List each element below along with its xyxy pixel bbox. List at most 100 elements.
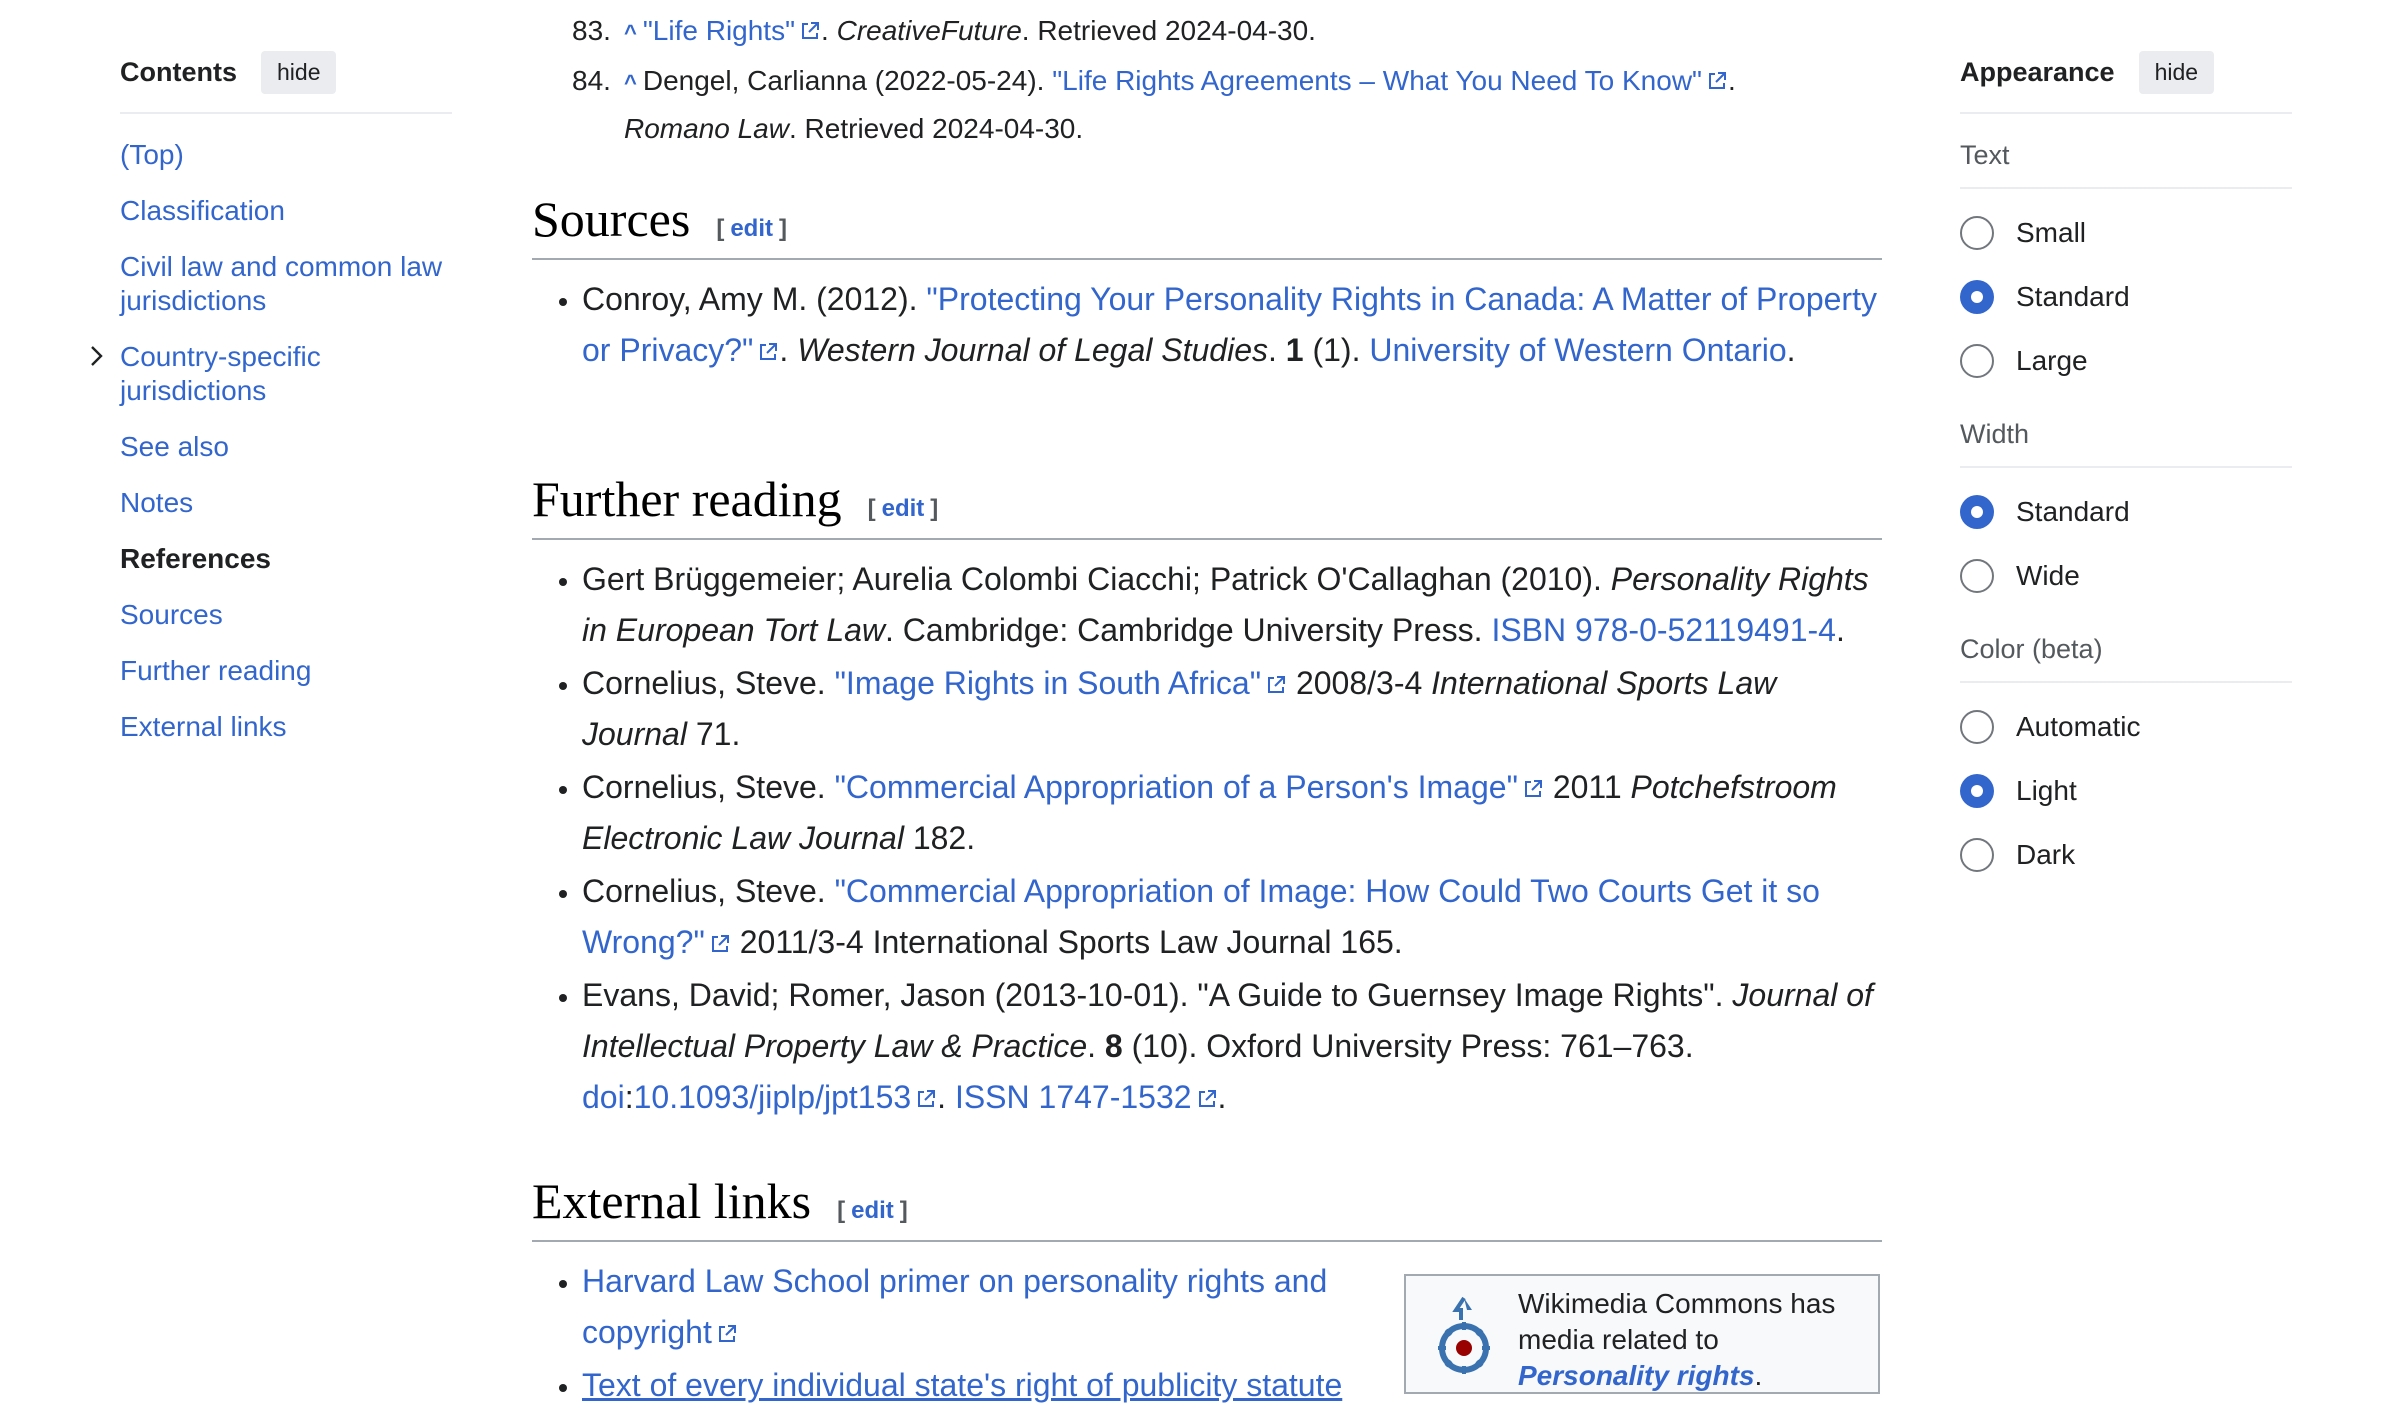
chevron-right-icon[interactable]	[86, 342, 108, 370]
text-size-label: Text	[1960, 140, 2292, 189]
publisher-link[interactable]: University of Western Ontario	[1369, 332, 1786, 368]
width-label: Width	[1960, 419, 2292, 468]
edit-section-link: [edit]	[867, 495, 939, 522]
backlink-caret[interactable]: ^	[624, 20, 637, 45]
wikimedia-commons-icon[interactable]	[1430, 1294, 1498, 1380]
toc-item-references[interactable]: References	[120, 542, 452, 576]
punctuation: :	[624, 1079, 634, 1115]
list-item: Gert Brüggemeier; Aurelia Colombi Ciacch…	[582, 554, 1882, 656]
toc-item-top[interactable]: (Top)	[120, 138, 452, 172]
citation-details: (10). Oxford University Press: 761–763.	[1122, 1028, 1694, 1064]
toc-hide-button[interactable]: hide	[261, 50, 337, 94]
citation-author: Conroy, Amy M. (2012).	[582, 281, 927, 317]
reference-item: 83. ^ "Life Rights". CreativeFuture. Retr…	[532, 8, 1882, 56]
appearance-title: Appearance	[1960, 56, 2115, 87]
radio-label: Automatic	[2016, 711, 2141, 742]
color-automatic[interactable]: Automatic	[1960, 695, 2292, 759]
list-item: Evans, David; Romer, Jason (2013-10-01).…	[582, 970, 1882, 1123]
toc-item-country-specific[interactable]: Country-specific jurisdictions	[91, 340, 452, 408]
toc-item-label[interactable]: Country-specific jurisdictions	[120, 341, 321, 406]
toc-item-sources[interactable]: Sources	[120, 598, 452, 632]
toc-item-further-reading[interactable]: Further reading	[120, 654, 452, 688]
reference-link[interactable]: "Life Rights"	[643, 15, 795, 46]
backlink-caret[interactable]: ^	[624, 70, 637, 95]
reference-retrieved: . Retrieved 2024-04-30.	[788, 113, 1084, 144]
external-link[interactable]: Harvard Law School primer on personality…	[582, 1263, 1327, 1350]
citation-authors: Gert Brüggemeier; Aurelia Colombi Ciacch…	[582, 561, 1611, 597]
text-size-large[interactable]: Large	[1960, 329, 2292, 393]
width-standard[interactable]: Standard	[1960, 480, 2292, 544]
radio-button-checked[interactable]	[1960, 774, 1994, 808]
citation-details: 2011/3-4 International Sports Law Journa…	[730, 924, 1403, 960]
external-link-icon	[709, 919, 731, 952]
external-link-icon	[915, 1074, 937, 1107]
doi-link[interactable]: 10.1093/jiplp/jpt153	[634, 1079, 912, 1115]
citation-year: 2008/3-4	[1287, 665, 1432, 701]
appearance-hide-button[interactable]: hide	[2138, 50, 2215, 94]
list-item: Harvard Law School primer on personality…	[582, 1256, 1392, 1358]
toc-item-civil-law[interactable]: Civil law and common law jurisdictions	[120, 250, 452, 318]
radio-label: Small	[2016, 217, 2087, 248]
appearance-panel: Appearance hide Text Small Standard Larg…	[1960, 46, 2292, 887]
external-links-list: Harvard Law School primer on personality…	[532, 1256, 1392, 1411]
sources-heading: Sources [edit]	[532, 190, 1882, 260]
citation-year: 2011	[1543, 769, 1631, 805]
edit-link[interactable]: edit	[882, 495, 925, 522]
radio-button-checked[interactable]	[1960, 280, 1994, 314]
external-link-icon	[1706, 60, 1728, 89]
isbn-link[interactable]: ISBN 978-0-52119491-4	[1491, 612, 1836, 648]
radio-button[interactable]	[1960, 344, 1994, 378]
citation-publisher: . Cambridge: Cambridge University Press.	[885, 612, 1492, 648]
reference-link[interactable]: "Life Rights Agreements – What You Need …	[1052, 65, 1702, 96]
radio-label: Light	[2016, 775, 2077, 806]
citation-link[interactable]: "Image Rights in South Africa"	[835, 665, 1261, 701]
toc-item-external-links[interactable]: External links	[120, 710, 452, 744]
commons-box: Wikimedia Commons has media related to P…	[1404, 1274, 1880, 1394]
reference-author: Dengel, Carlianna (2022-05-24).	[642, 65, 1053, 96]
toc-header: Contents hide	[120, 46, 452, 114]
color-options: Automatic Light Dark	[1960, 695, 2292, 887]
list-item: Cornelius, Steve. "Image Rights in South…	[582, 658, 1882, 760]
edit-link[interactable]: edit	[851, 1197, 894, 1224]
doi-label-link[interactable]: doi	[582, 1079, 625, 1115]
radio-label: Standard	[2016, 496, 2130, 527]
further-reading-heading: Further reading [edit]	[532, 470, 1882, 540]
appearance-header: Appearance hide	[1960, 46, 2292, 114]
text-size-small[interactable]: Small	[1960, 201, 2292, 265]
reference-item: 84. ^ Dengel, Carlianna (2022-05-24). "Li…	[532, 58, 1882, 152]
commons-text: Wikimedia Commons has media related to P…	[1518, 1286, 1878, 1394]
citation-page: 71.	[686, 716, 741, 752]
external-link-icon	[799, 10, 821, 39]
reference-number: 83.	[572, 15, 611, 46]
radio-button-checked[interactable]	[1960, 495, 1994, 529]
section-title: Further reading	[532, 471, 842, 527]
commons-link[interactable]: Personality rights	[1518, 1360, 1755, 1391]
citation-author: Cornelius, Steve.	[582, 873, 835, 909]
sources-section: Sources [edit] Conroy, Amy M. (2012). "P…	[532, 190, 1882, 378]
list-item: Cornelius, Steve. "Commercial Appropriat…	[582, 866, 1882, 968]
toc-item-see-also[interactable]: See also	[120, 430, 452, 464]
edit-link[interactable]: edit	[730, 215, 773, 242]
punctuation: .	[1835, 612, 1845, 648]
citation-link[interactable]: "Commercial Appropriation of a Person's …	[835, 769, 1518, 805]
radio-button[interactable]	[1960, 710, 1994, 744]
text-size-standard[interactable]: Standard	[1960, 265, 2292, 329]
color-dark[interactable]: Dark	[1960, 823, 2292, 887]
color-light[interactable]: Light	[1960, 759, 2292, 823]
toc-item-classification[interactable]: Classification	[120, 194, 452, 228]
edit-section-link: [edit]	[837, 1197, 908, 1224]
issn-link[interactable]: ISSN 1747-1532	[955, 1079, 1192, 1115]
toc-list: (Top) Classification Civil law and commo…	[91, 138, 452, 744]
citation-authors: Evans, David; Romer, Jason (2013-10-01).…	[582, 977, 1733, 1013]
width-wide[interactable]: Wide	[1960, 544, 2292, 608]
radio-button[interactable]	[1960, 559, 1994, 593]
radio-button[interactable]	[1960, 216, 1994, 250]
radio-label: Standard	[2016, 281, 2130, 312]
list-item: Conroy, Amy M. (2012). "Protecting Your …	[582, 274, 1882, 376]
toc-item-notes[interactable]: Notes	[120, 486, 452, 520]
color-label: Color (beta)	[1960, 634, 2292, 683]
toc-title: Contents	[120, 56, 237, 87]
text-size-options: Small Standard Large	[1960, 201, 2292, 393]
radio-button[interactable]	[1960, 838, 1994, 872]
external-link-icon	[716, 1309, 738, 1342]
